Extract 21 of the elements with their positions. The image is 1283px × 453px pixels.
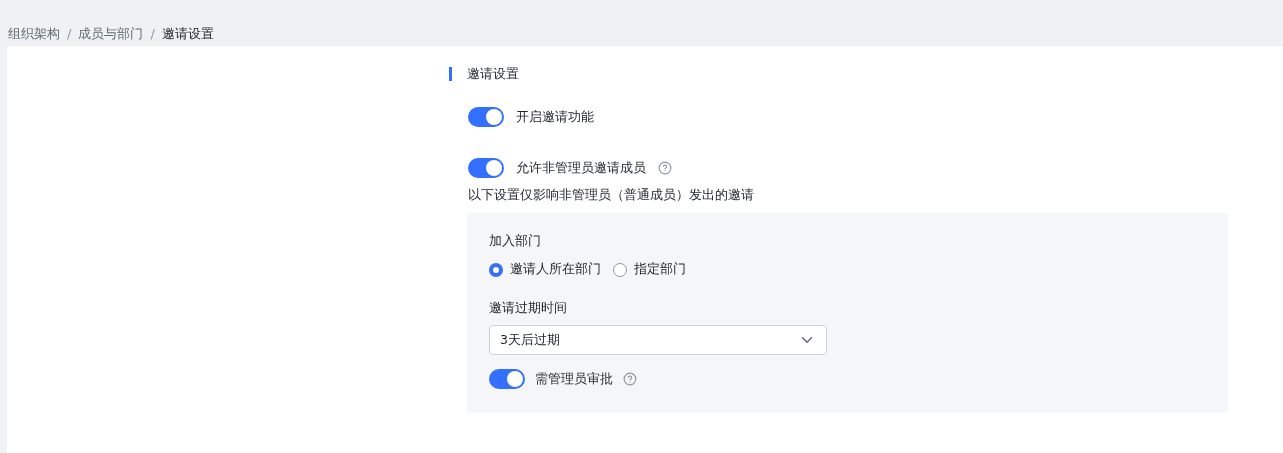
field-label: 加入部门 — [489, 233, 542, 250]
toggle-switch[interactable] — [468, 107, 504, 127]
help-icon[interactable] — [623, 372, 637, 386]
note-text: 以下设置仅影响非管理员（普通成员）发出的邀请 — [467, 187, 755, 204]
breadcrumb-separator: / — [67, 26, 72, 41]
switch-label: 开启邀请功能 — [516, 108, 594, 126]
breadcrumb-item: 邀请设置 — [161, 24, 214, 43]
field-label: 邀请过期时间 — [489, 300, 568, 317]
toggle-switch[interactable] — [468, 158, 504, 178]
switch-label: 需管理员审批 — [535, 370, 613, 388]
breadcrumb-item[interactable]: 成员与部门 — [78, 24, 144, 43]
toggle-switch[interactable] — [489, 369, 525, 389]
help-icon[interactable] — [658, 161, 672, 175]
section-title: 邀请设置 — [467, 65, 519, 83]
expiry-select[interactable]: 3天后过期 — [489, 325, 827, 355]
breadcrumb-separator: / — [150, 26, 155, 41]
switch-label: 允许非管理员邀请成员 — [516, 159, 646, 177]
radio-option[interactable]: 邀请人所在部门 — [489, 261, 601, 278]
radio-option[interactable]: 指定部门 — [613, 261, 686, 278]
breadcrumb-item[interactable]: 组织架构 — [8, 24, 60, 43]
accent-bar — [449, 67, 452, 81]
